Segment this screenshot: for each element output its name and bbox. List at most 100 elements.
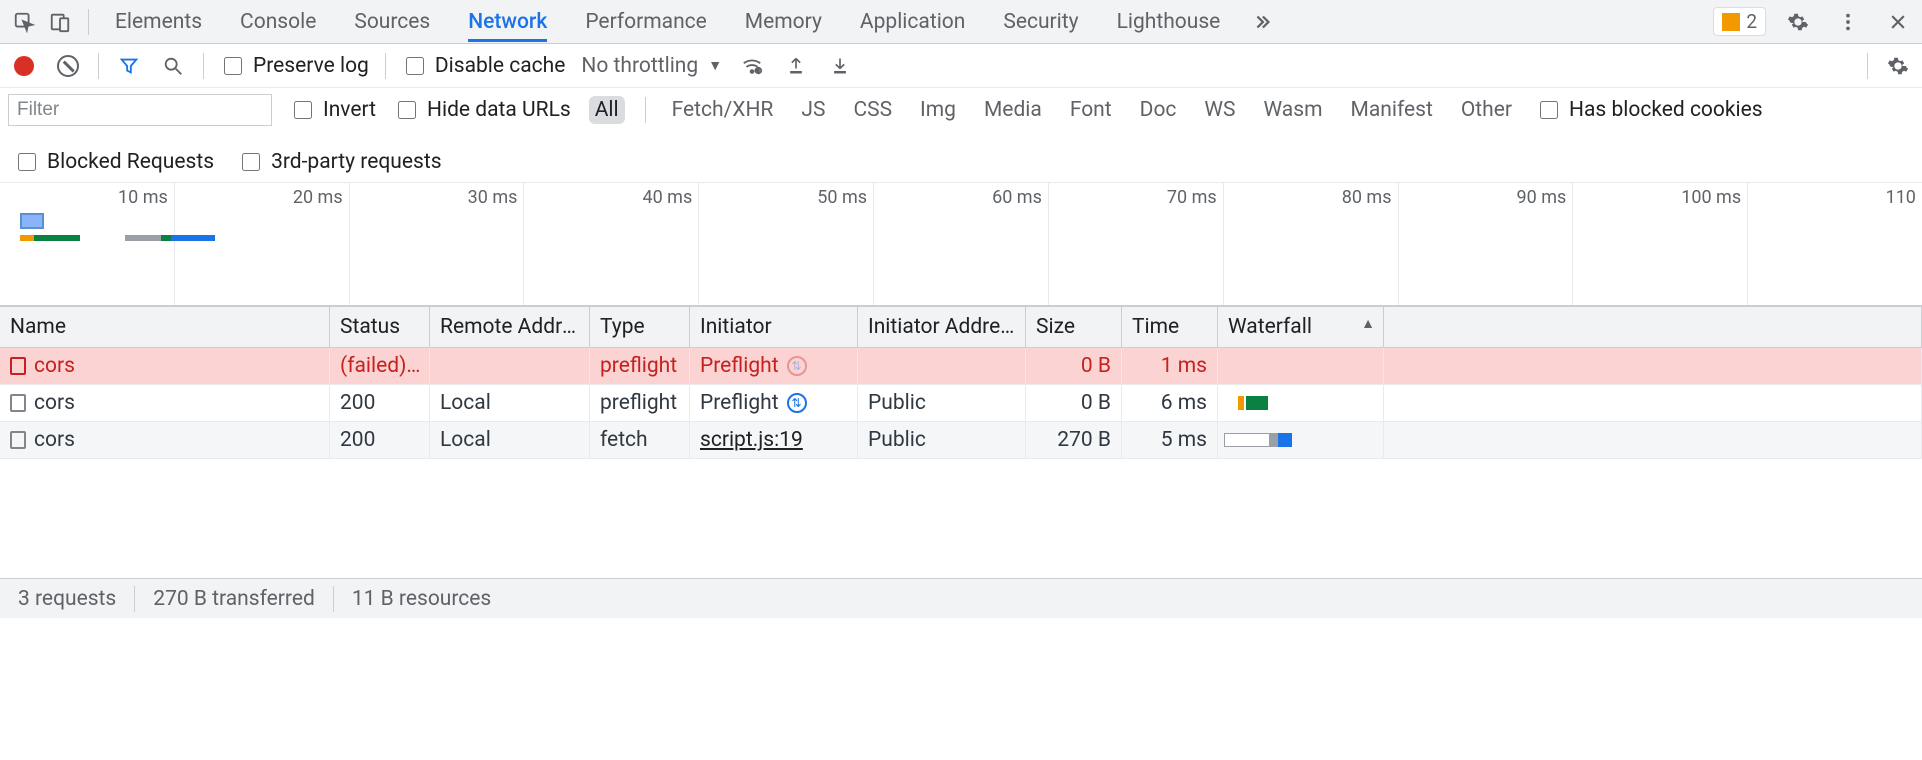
table-cell: preflight xyxy=(590,348,690,384)
column-header[interactable]: Waterfall xyxy=(1218,307,1384,347)
close-devtools-icon[interactable] xyxy=(1880,4,1916,40)
status-bar: 3 requests 270 B transferred 11 B resour… xyxy=(0,578,1922,618)
timeline-tick: 110 xyxy=(1886,187,1916,208)
column-header[interactable]: Status xyxy=(330,307,430,347)
table-cell: 0 B xyxy=(1026,348,1122,384)
tab-elements[interactable]: Elements xyxy=(115,2,202,42)
column-header[interactable]: Size xyxy=(1026,307,1122,347)
tab-sources[interactable]: Sources xyxy=(354,2,430,42)
type-filter-media[interactable]: Media xyxy=(978,96,1048,124)
timeline-overview[interactable]: 10 ms20 ms30 ms40 ms50 ms60 ms70 ms80 ms… xyxy=(0,183,1922,306)
column-header[interactable]: Remote Addres… xyxy=(430,307,590,347)
column-header[interactable]: Initiator Addres… xyxy=(858,307,1026,347)
disable-cache-checkbox[interactable]: Disable cache xyxy=(402,54,566,78)
cell-waterfall xyxy=(1218,385,1384,421)
filter-toggle-icon[interactable] xyxy=(115,52,143,80)
status-requests: 3 requests xyxy=(0,587,134,611)
table-cell: fetch xyxy=(590,422,690,458)
preserve-log-checkbox[interactable]: Preserve log xyxy=(220,54,369,78)
network-settings-icon[interactable] xyxy=(1884,52,1912,80)
table-cell: 6 ms xyxy=(1122,385,1218,421)
throttling-select[interactable]: No throttling ▼ xyxy=(581,54,722,78)
table-cell: Public xyxy=(858,422,1026,458)
table-cell: 200 xyxy=(330,385,430,421)
table-cell: 0 B xyxy=(1026,385,1122,421)
timeline-tick: 70 ms xyxy=(1167,187,1217,208)
column-header[interactable]: Time xyxy=(1122,307,1218,347)
type-filter-wasm[interactable]: Wasm xyxy=(1258,96,1329,124)
type-filter-font[interactable]: Font xyxy=(1064,96,1118,124)
cell-name: cors xyxy=(0,348,330,384)
preflight-icon: ⇅ xyxy=(787,393,807,413)
inspect-element-icon[interactable] xyxy=(6,4,42,40)
timeline-tick: 20 ms xyxy=(293,187,343,208)
hide-data-urls-label: Hide data URLs xyxy=(427,98,571,122)
chevron-down-icon: ▼ xyxy=(708,57,722,74)
type-filter-manifest[interactable]: Manifest xyxy=(1345,96,1439,124)
tab-security[interactable]: Security xyxy=(1003,2,1078,42)
timeline-tick: 80 ms xyxy=(1342,187,1392,208)
has-blocked-cookies-checkbox[interactable]: Has blocked cookies xyxy=(1536,98,1763,122)
network-conditions-icon[interactable] xyxy=(738,52,766,80)
cell-initiator[interactable]: Preflight ⇅ xyxy=(690,348,858,384)
timeline-tick: 100 ms xyxy=(1681,187,1741,208)
tab-network[interactable]: Network xyxy=(468,2,547,42)
more-tabs-icon[interactable] xyxy=(1244,4,1280,40)
hide-data-urls-checkbox[interactable]: Hide data URLs xyxy=(394,98,571,122)
table-cell: 1 ms xyxy=(1122,348,1218,384)
table-cell xyxy=(430,348,590,384)
table-cell xyxy=(1384,385,1922,421)
column-header[interactable]: Name xyxy=(0,307,330,347)
column-header[interactable]: Initiator xyxy=(690,307,858,347)
filter-bar: Invert Hide data URLs All Fetch/XHR JS CSS I… xyxy=(0,88,1922,183)
status-transferred: 270 B transferred xyxy=(135,587,333,611)
filter-input[interactable] xyxy=(8,94,272,126)
cell-initiator[interactable]: script.js:19 xyxy=(690,422,858,458)
type-filter-fetchxhr[interactable]: Fetch/XHR xyxy=(666,96,780,124)
third-party-label: 3rd-party requests xyxy=(271,150,441,174)
search-icon[interactable] xyxy=(159,52,187,80)
column-header[interactable] xyxy=(1384,307,1922,347)
throttling-label: No throttling xyxy=(581,54,698,78)
settings-icon[interactable] xyxy=(1780,4,1816,40)
tab-lighthouse[interactable]: Lighthouse xyxy=(1117,2,1221,42)
table-row[interactable]: cors200LocalpreflightPreflight ⇅Public0 … xyxy=(0,385,1922,422)
file-icon xyxy=(10,431,26,449)
file-icon xyxy=(10,394,26,412)
has-blocked-cookies-label: Has blocked cookies xyxy=(1569,98,1763,122)
table-row[interactable]: cors(failed)… preflightPreflight ⇅ 0 B1 ms xyxy=(0,348,1922,385)
timeline-tick: 50 ms xyxy=(817,187,867,208)
kebab-menu-icon[interactable] xyxy=(1830,4,1866,40)
type-filter-img[interactable]: Img xyxy=(914,96,962,124)
disable-cache-label: Disable cache xyxy=(435,54,566,78)
table-cell: Local xyxy=(430,385,590,421)
tab-application[interactable]: Application xyxy=(860,2,965,42)
tab-console[interactable]: Console xyxy=(240,2,316,42)
cell-waterfall xyxy=(1218,348,1384,384)
table-cell: Local xyxy=(430,422,590,458)
issues-badge[interactable]: 2 xyxy=(1713,7,1766,36)
tab-memory[interactable]: Memory xyxy=(745,2,822,42)
third-party-checkbox[interactable]: 3rd-party requests xyxy=(238,150,441,174)
cell-initiator[interactable]: Preflight ⇅ xyxy=(690,385,858,421)
table-cell: 200 xyxy=(330,422,430,458)
type-filter-doc[interactable]: Doc xyxy=(1134,96,1183,124)
timeline-tick: 10 ms xyxy=(118,187,168,208)
type-filter-other[interactable]: Other xyxy=(1455,96,1518,124)
type-filter-ws[interactable]: WS xyxy=(1198,96,1241,124)
record-button[interactable] xyxy=(10,52,38,80)
tab-performance[interactable]: Performance xyxy=(585,2,706,42)
type-filter-js[interactable]: JS xyxy=(795,96,831,124)
network-toolbar: Preserve log Disable cache No throttling… xyxy=(0,44,1922,88)
clear-button[interactable] xyxy=(54,52,82,80)
type-filter-all[interactable]: All xyxy=(589,96,625,124)
table-row[interactable]: cors200Localfetchscript.js:19Public270 B… xyxy=(0,422,1922,459)
invert-checkbox[interactable]: Invert xyxy=(290,98,376,122)
export-har-icon[interactable] xyxy=(826,52,854,80)
blocked-requests-checkbox[interactable]: Blocked Requests xyxy=(14,150,214,174)
table-cell: (failed)… xyxy=(330,348,430,384)
type-filter-css[interactable]: CSS xyxy=(847,96,898,124)
import-har-icon[interactable] xyxy=(782,52,810,80)
device-toolbar-icon[interactable] xyxy=(42,4,78,40)
column-header[interactable]: Type xyxy=(590,307,690,347)
